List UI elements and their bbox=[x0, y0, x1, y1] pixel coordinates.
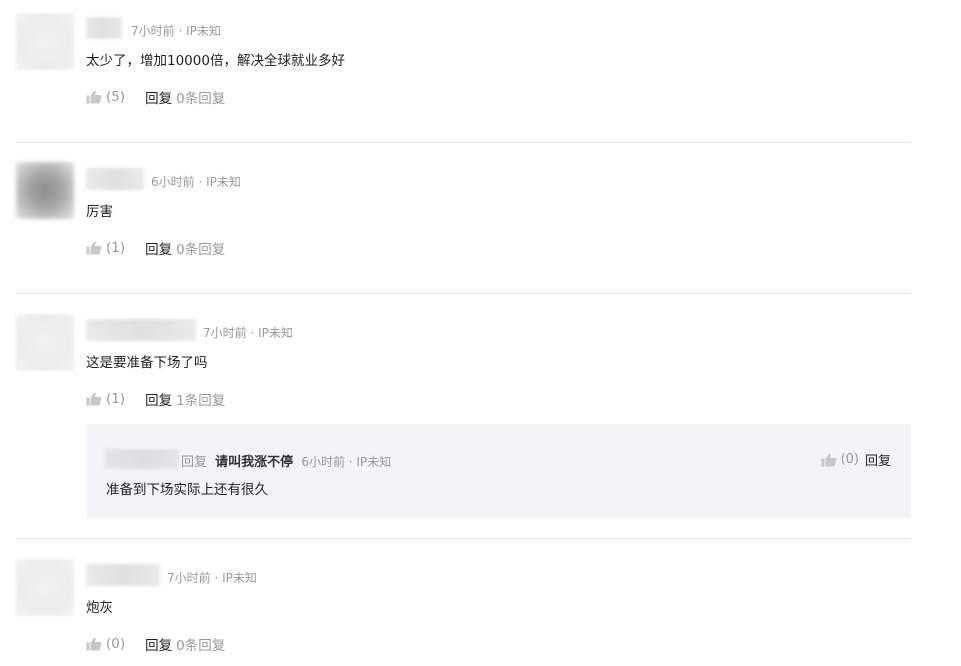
divider bbox=[16, 142, 911, 143]
thumbs-up-icon[interactable] bbox=[86, 241, 102, 255]
username-blurred[interactable] bbox=[86, 564, 160, 586]
comment-text: 这是要准备下场了吗 bbox=[86, 355, 208, 371]
comment-text: 太少了，增加10000倍，解决全球就业多好 bbox=[86, 53, 345, 69]
comment-actions: (0) 回复 0条回复 bbox=[86, 634, 225, 654]
sub-reply-actions: (0) 回复 bbox=[821, 450, 891, 469]
thumbs-up-icon[interactable] bbox=[86, 392, 102, 406]
comment-meta: 6小时前 · IP未知 bbox=[151, 175, 241, 189]
comment-actions: (1) 回复 0条回复 bbox=[86, 238, 225, 258]
reply-button[interactable]: 回复 bbox=[865, 450, 891, 469]
avatar[interactable] bbox=[16, 162, 74, 219]
divider bbox=[16, 538, 911, 539]
sub-reply-text: 准备到下场实际上还有很久 bbox=[106, 482, 268, 498]
thumbs-up-icon[interactable] bbox=[86, 90, 102, 104]
reply-button[interactable]: 回复 bbox=[145, 238, 172, 258]
username-blurred[interactable] bbox=[86, 168, 144, 190]
sub-reply-username-blurred[interactable] bbox=[105, 449, 179, 469]
comment-text: 炮灰 bbox=[86, 600, 113, 616]
comment-meta: 7小时前 · IP未知 bbox=[131, 24, 221, 38]
reply-count[interactable]: 0条回复 bbox=[176, 87, 225, 107]
like-count[interactable]: (0) bbox=[106, 636, 125, 652]
comment-actions: (5) 回复 0条回复 bbox=[86, 87, 225, 107]
reply-count[interactable]: 1条回复 bbox=[176, 389, 225, 409]
like-count[interactable]: (0) bbox=[841, 452, 859, 467]
like-count[interactable]: (5) bbox=[106, 89, 125, 105]
reply-count[interactable]: 0条回复 bbox=[176, 634, 225, 654]
reply-target-user[interactable]: 请叫我涨不停 bbox=[215, 455, 293, 470]
comment-actions: (1) 回复 1条回复 bbox=[86, 389, 225, 409]
avatar[interactable] bbox=[16, 13, 74, 70]
sub-reply-header: 回复 请叫我涨不停 6小时前 · IP未知 bbox=[181, 451, 391, 470]
comment-meta: 7小时前 · IP未知 bbox=[167, 571, 257, 585]
reply-count[interactable]: 0条回复 bbox=[176, 238, 225, 258]
reply-button[interactable]: 回复 bbox=[145, 634, 172, 654]
avatar[interactable] bbox=[16, 559, 74, 616]
like-count[interactable]: (1) bbox=[106, 391, 125, 407]
avatar[interactable] bbox=[16, 314, 74, 371]
like-count[interactable]: (1) bbox=[106, 240, 125, 256]
username-blurred[interactable] bbox=[86, 17, 122, 39]
divider bbox=[16, 293, 911, 294]
sub-reply-box: 回复 请叫我涨不停 6小时前 · IP未知 (0) 回复 准备到下场实际上还有很… bbox=[87, 424, 911, 518]
thumbs-up-icon[interactable] bbox=[86, 637, 102, 651]
comment-text: 厉害 bbox=[86, 204, 113, 220]
username-blurred[interactable] bbox=[86, 319, 196, 341]
reply-button[interactable]: 回复 bbox=[145, 389, 172, 409]
reply-word: 回复 bbox=[181, 455, 208, 470]
comment-meta: 7小时前 · IP未知 bbox=[203, 326, 293, 340]
sub-reply-meta: 6小时前 · IP未知 bbox=[301, 455, 392, 469]
reply-button[interactable]: 回复 bbox=[145, 87, 172, 107]
thumbs-up-icon[interactable] bbox=[821, 453, 837, 467]
